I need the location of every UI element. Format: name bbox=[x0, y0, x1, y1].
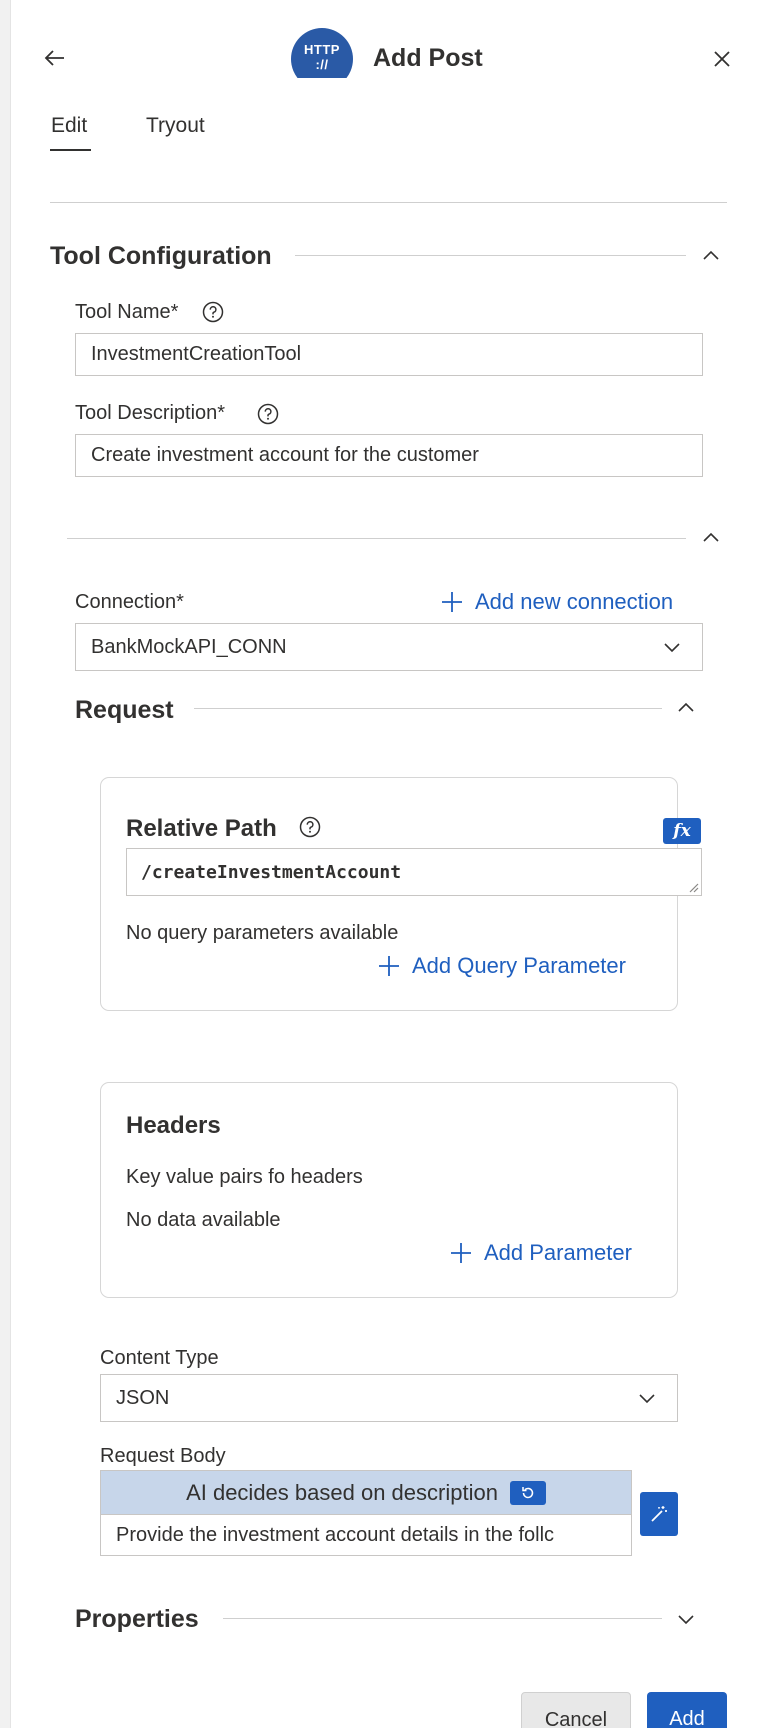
relative-path-value: /createInvestmentAccount bbox=[141, 861, 402, 883]
plus-icon bbox=[378, 955, 400, 977]
logo-text-top: HTTP bbox=[304, 42, 340, 57]
add-post-panel: HTTP :// Add Post Edit Tryout Tool Confi… bbox=[10, 0, 758, 1728]
chevron-down-icon bbox=[662, 637, 682, 657]
help-icon[interactable] bbox=[299, 816, 321, 838]
headers-no-data-text: No data available bbox=[126, 1209, 281, 1231]
add-query-parameter-label: Add Query Parameter bbox=[412, 953, 626, 978]
back-arrow-icon[interactable] bbox=[43, 46, 67, 70]
section-divider bbox=[223, 1618, 662, 1619]
add-new-connection-link[interactable]: Add new connection bbox=[441, 589, 673, 615]
tab-edit[interactable]: Edit bbox=[51, 114, 87, 138]
add-button[interactable]: Add bbox=[647, 1692, 727, 1728]
tool-configuration-title: Tool Configuration bbox=[50, 242, 272, 270]
add-new-connection-label: Add new connection bbox=[475, 589, 674, 614]
plus-icon bbox=[450, 1242, 472, 1264]
relative-path-input[interactable]: /createInvestmentAccount bbox=[126, 848, 702, 896]
ai-decides-banner: AI decides based on description bbox=[100, 1470, 632, 1514]
tool-description-input[interactable]: Create investment account for the custom… bbox=[75, 434, 703, 477]
active-tab-indicator bbox=[50, 149, 91, 151]
relative-path-title: Relative Path bbox=[126, 815, 277, 842]
logo-text-bottom: :// bbox=[315, 57, 329, 72]
request-body-label: Request Body bbox=[100, 1445, 226, 1467]
tool-description-label: Tool Description* bbox=[75, 402, 226, 424]
http-logo-icon: HTTP :// bbox=[291, 28, 353, 78]
section-divider bbox=[295, 255, 686, 256]
chevron-down-icon[interactable] bbox=[676, 1609, 696, 1629]
section-divider bbox=[67, 538, 686, 539]
fx-function-button[interactable]: fx bbox=[663, 818, 701, 844]
ai-decides-text: AI decides based on description bbox=[186, 1479, 498, 1505]
help-icon[interactable] bbox=[202, 301, 224, 323]
add-parameter-link[interactable]: Add Parameter bbox=[450, 1240, 632, 1266]
content-type-select[interactable]: JSON bbox=[100, 1374, 678, 1422]
request-body-input[interactable]: Provide the investment account details i… bbox=[100, 1514, 632, 1556]
reset-icon[interactable] bbox=[509, 1480, 546, 1505]
content-type-label: Content Type bbox=[100, 1347, 219, 1369]
no-query-params-text: No query parameters available bbox=[126, 922, 399, 944]
content-type-selected-value: JSON bbox=[116, 1386, 170, 1409]
tool-name-input[interactable]: InvestmentCreationTool bbox=[75, 333, 703, 376]
help-icon[interactable] bbox=[257, 403, 279, 425]
request-title: Request bbox=[75, 696, 174, 724]
resize-handle-icon[interactable] bbox=[687, 881, 699, 893]
chevron-up-icon[interactable] bbox=[701, 528, 721, 548]
cancel-button[interactable]: Cancel bbox=[521, 1692, 631, 1728]
connection-selected-value: BankMockAPI_CONN bbox=[91, 635, 287, 658]
connection-label: Connection* bbox=[75, 591, 184, 613]
chevron-up-icon[interactable] bbox=[701, 246, 721, 266]
chevron-up-icon[interactable] bbox=[676, 698, 696, 718]
headers-description: Key value pairs fo headers bbox=[126, 1166, 363, 1188]
close-icon[interactable] bbox=[711, 48, 733, 70]
tabs-divider bbox=[50, 202, 727, 203]
add-query-parameter-link[interactable]: Add Query Parameter bbox=[378, 953, 626, 979]
tab-tryout[interactable]: Tryout bbox=[146, 114, 205, 138]
page-title: Add Post bbox=[373, 44, 483, 72]
magic-wand-icon[interactable] bbox=[640, 1492, 678, 1536]
add-parameter-label: Add Parameter bbox=[484, 1240, 632, 1265]
section-divider bbox=[194, 708, 662, 709]
connection-select[interactable]: BankMockAPI_CONN bbox=[75, 623, 703, 671]
properties-title: Properties bbox=[75, 1605, 199, 1633]
chevron-down-icon bbox=[637, 1388, 657, 1408]
plus-icon bbox=[441, 591, 463, 613]
headers-title: Headers bbox=[126, 1112, 221, 1139]
tool-name-label: Tool Name* bbox=[75, 301, 179, 323]
